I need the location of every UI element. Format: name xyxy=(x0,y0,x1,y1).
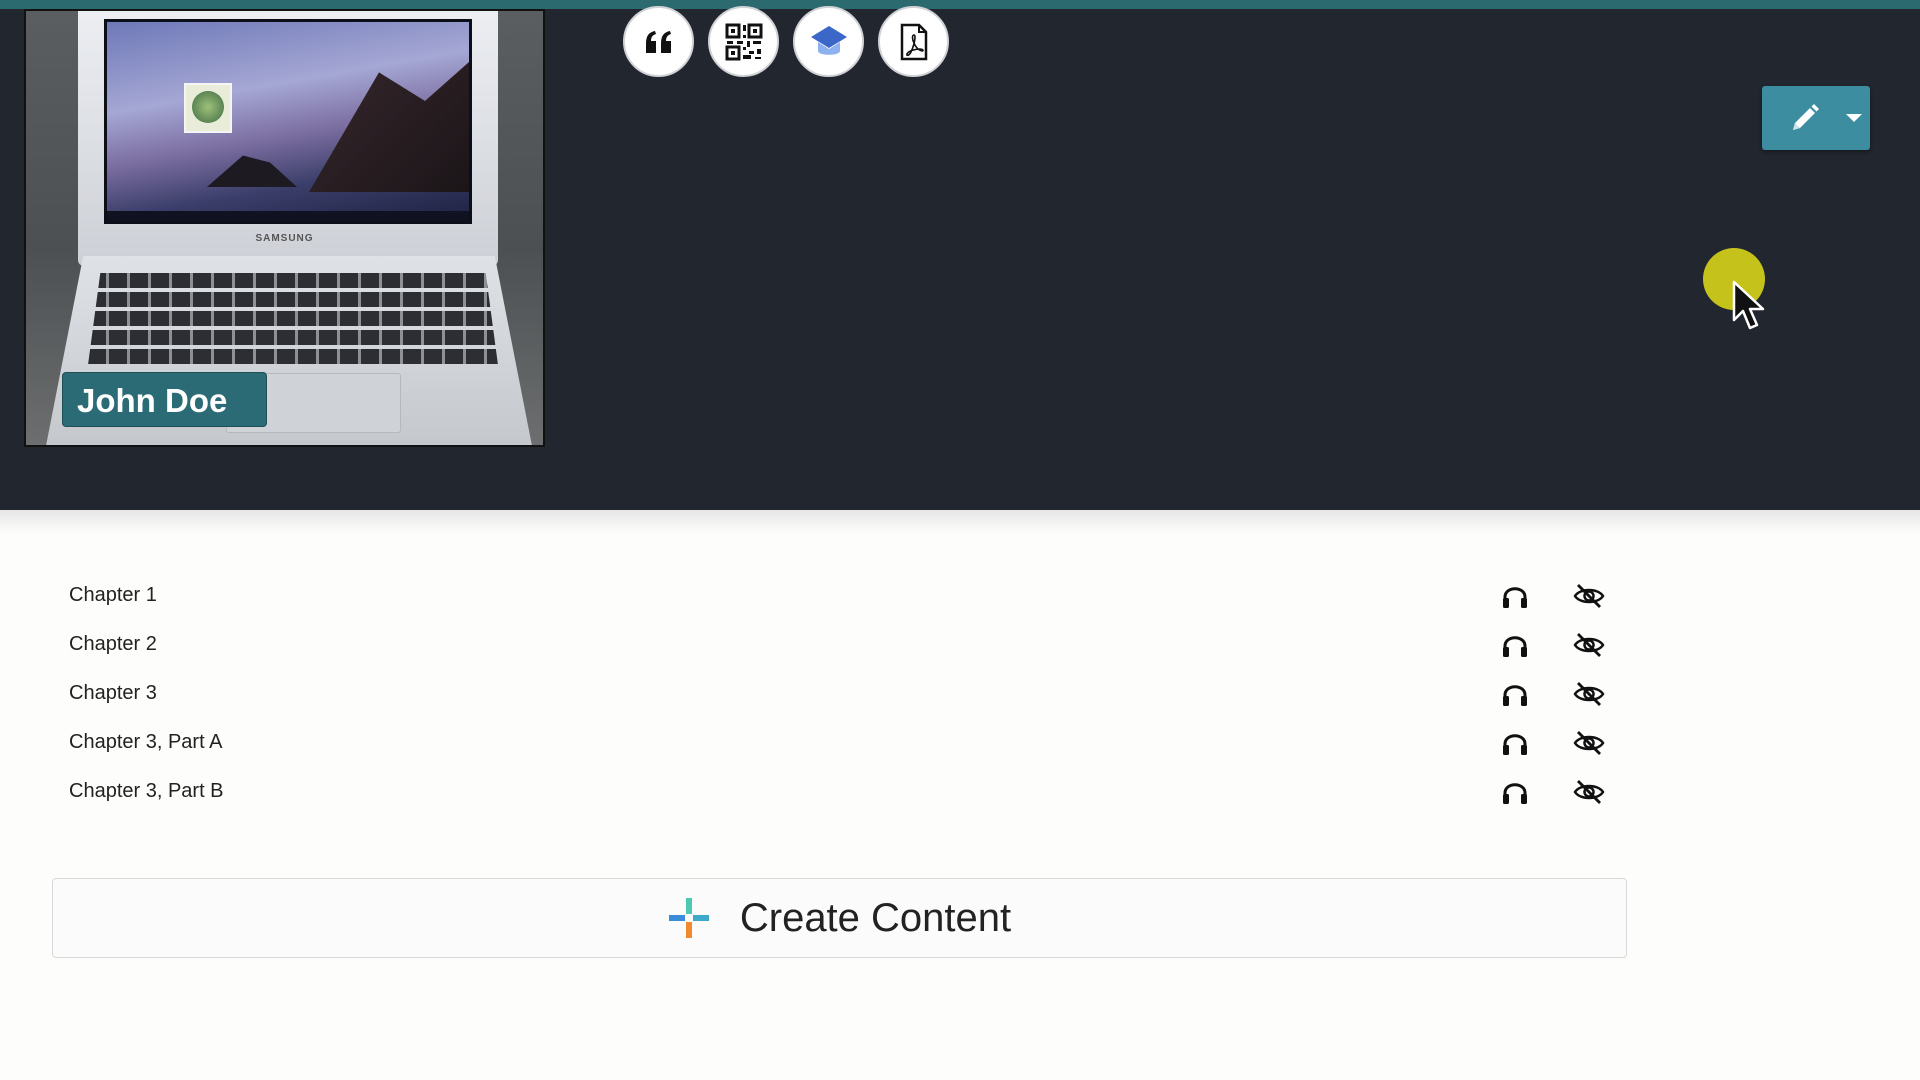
screen-photo-thumbnail xyxy=(184,83,232,133)
chapter-row[interactable]: Chapter 3, Part B xyxy=(0,767,1920,816)
create-content-button[interactable]: Create Content xyxy=(52,878,1627,958)
create-content-label: Create Content xyxy=(739,895,1012,940)
screen-island xyxy=(207,155,297,187)
laptop-brand-text: SAMSUNG xyxy=(255,233,314,244)
chapter-row[interactable]: Chapter 3 xyxy=(0,669,1920,718)
chapter-title[interactable]: Chapter 1 xyxy=(69,571,157,620)
chapter-title[interactable]: Chapter 3 xyxy=(69,669,157,718)
laptop-keyboard xyxy=(88,273,498,365)
pdf-file-icon xyxy=(900,23,927,60)
plus-colorful-icon xyxy=(668,898,709,938)
headphones-icon[interactable] xyxy=(1501,779,1529,805)
screen-mountain xyxy=(309,62,469,192)
laptop-screen xyxy=(104,19,472,224)
eye-slash-icon[interactable] xyxy=(1573,583,1605,609)
mouse-cursor-icon xyxy=(1732,280,1765,330)
headphones-icon[interactable] xyxy=(1501,632,1529,658)
eye-slash-icon[interactable] xyxy=(1573,632,1605,658)
qr-code-button[interactable] xyxy=(708,6,779,77)
caret-down-icon xyxy=(1846,114,1862,122)
edit-dropdown-button[interactable] xyxy=(1762,86,1870,150)
headphones-icon[interactable] xyxy=(1501,730,1529,756)
chapter-title[interactable]: Chapter 3, Part B xyxy=(69,767,224,816)
chapter-row[interactable]: Chapter 2 xyxy=(0,620,1920,669)
pdf-download-button[interactable] xyxy=(878,6,949,77)
headphones-icon[interactable] xyxy=(1501,583,1529,609)
eye-slash-icon[interactable] xyxy=(1573,730,1605,756)
pencil-icon xyxy=(1793,104,1819,130)
chapter-row[interactable]: Chapter 1 xyxy=(0,571,1920,620)
classroom-button[interactable] xyxy=(793,6,864,77)
chapter-title[interactable]: Chapter 3, Part A xyxy=(69,718,222,767)
screen-taskbar xyxy=(107,211,469,221)
quote-icon xyxy=(645,30,671,53)
chapter-row[interactable]: Chapter 3, Part A xyxy=(0,718,1920,767)
qr-code-icon xyxy=(725,23,762,60)
hero-shadow xyxy=(0,510,1920,534)
headphones-icon[interactable] xyxy=(1501,681,1529,707)
chapter-title[interactable]: Chapter 2 xyxy=(69,620,157,669)
eye-slash-icon[interactable] xyxy=(1573,779,1605,805)
author-name-tag: John Doe xyxy=(62,372,267,427)
cite-button[interactable] xyxy=(623,6,694,77)
top-accent-bar xyxy=(0,0,1920,9)
graduation-cap-icon xyxy=(810,25,847,55)
eye-slash-icon[interactable] xyxy=(1573,681,1605,707)
